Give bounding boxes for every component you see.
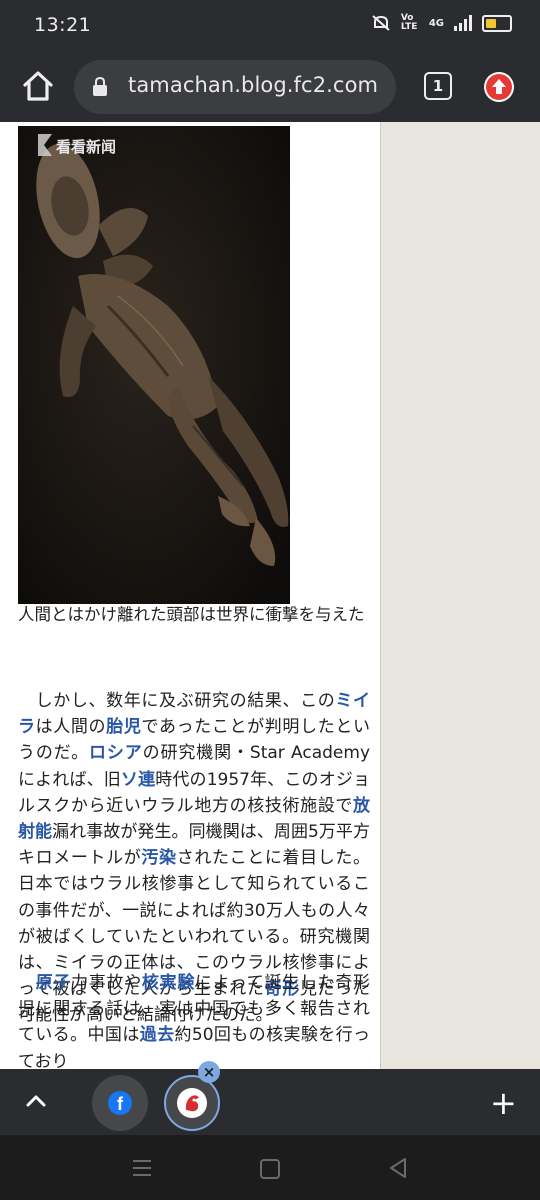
image-watermark: 看看新闻: [56, 138, 117, 156]
lock-icon: [93, 77, 107, 96]
browser-toolbar: tamachan.blog.fc2.com 1: [0, 52, 540, 122]
status-icons: Vo LTE 4G: [371, 14, 512, 32]
keyword-link-nuclear-test[interactable]: 核実験: [142, 973, 195, 993]
chevron-up-icon: [26, 1095, 46, 1107]
home-nav-icon[interactable]: [260, 1159, 280, 1179]
system-nav-bar: [0, 1135, 540, 1200]
watermark-logo-icon: [38, 134, 52, 156]
battery-icon: [482, 14, 512, 32]
status-bar: 13:21 Vo LTE 4G: [0, 0, 540, 52]
status-time: 13:21: [34, 14, 92, 36]
image-caption: 人間とはかけ離れた頭部は世界に衝撃を与えた: [18, 605, 365, 624]
keyword-link-fetus[interactable]: 胎児: [106, 717, 141, 737]
recent-apps-icon[interactable]: [132, 1159, 152, 1177]
article-column: 看看新闻 人間とはかけ離れた頭部は世界に衝撃を与えた しかし、数年に及ぶ研究の結…: [0, 122, 381, 1069]
signal-icon: [454, 15, 472, 31]
facebook-icon: f: [108, 1091, 132, 1115]
mute-alarm-icon: [372, 15, 390, 31]
close-bubble-button[interactable]: ×: [198, 1061, 220, 1083]
volte-label: Vo LTE: [400, 13, 418, 32]
keyword-link-pollution[interactable]: 汚染: [141, 848, 176, 868]
tab-switcher-button[interactable]: 1: [424, 72, 452, 100]
text: 力事故や: [71, 973, 142, 993]
keyword-link-soviet[interactable]: ソ連: [121, 770, 155, 790]
update-arrow-icon: [486, 74, 512, 100]
update-button[interactable]: [484, 72, 514, 102]
add-bubble-button[interactable]: +: [490, 1087, 517, 1119]
network-label: 4G: [428, 17, 444, 29]
keyword-link-russia[interactable]: ロシア: [89, 743, 143, 763]
home-icon: [23, 71, 53, 101]
text: しかし、数年に及ぶ研究の結果、この: [18, 691, 336, 711]
text: は人間の: [35, 717, 107, 738]
url-text: tamachan.blog.fc2.com: [128, 73, 379, 97]
bubble-bar: f × +: [0, 1061, 540, 1135]
article-paragraph-2: 原子力事故や核実験によって誕生した奇形児に関する話は、実は中国でも多く報告されて…: [18, 970, 370, 1069]
mummy-photo: [18, 126, 290, 604]
home-button[interactable]: [20, 68, 56, 104]
collapse-button[interactable]: [24, 1089, 48, 1117]
keyword-link-atom[interactable]: 原子: [36, 973, 71, 993]
site-bubble[interactable]: [164, 1075, 220, 1131]
article-image: 看看新闻: [18, 126, 290, 604]
keyword-link-past[interactable]: 過去: [140, 1025, 175, 1045]
text: [18, 973, 36, 993]
facebook-bubble[interactable]: f: [92, 1075, 148, 1131]
address-bar[interactable]: tamachan.blog.fc2.com: [74, 60, 396, 114]
web-content[interactable]: 看看新闻 人間とはかけ離れた頭部は世界に衝撃を与えた しかし、数年に及ぶ研究の結…: [0, 122, 540, 1069]
back-icon[interactable]: [388, 1157, 408, 1179]
site-favicon-icon: [177, 1088, 207, 1118]
